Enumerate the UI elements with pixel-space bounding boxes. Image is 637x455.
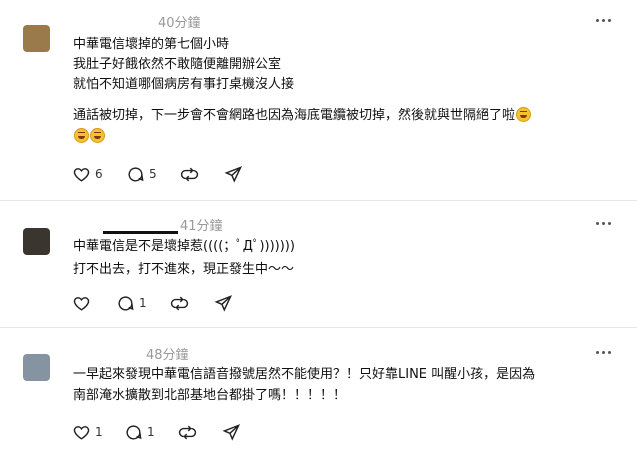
timestamp[interactable]: 48分鐘 <box>146 344 189 363</box>
reply-button[interactable]: 1 <box>124 422 155 442</box>
redacted-username <box>103 231 178 234</box>
repost-button[interactable] <box>170 293 189 313</box>
heart-icon <box>73 167 90 182</box>
post-text-line: 一早起來發現中華電信語音撥號居然不能使用？！只好靠LINE 叫醒小孩，是因為 <box>73 367 536 382</box>
timestamp[interactable]: 40分鐘 <box>158 12 201 31</box>
avatar[interactable] <box>23 25 50 52</box>
reply-count: 1 <box>147 425 155 439</box>
rolling-laughing-icon <box>90 128 105 143</box>
like-count: 1 <box>95 425 103 439</box>
like-button[interactable]: 1 <box>72 422 103 442</box>
comment-icon <box>126 424 142 440</box>
repost-icon <box>180 167 199 181</box>
repost-button[interactable] <box>178 422 197 442</box>
comment-icon <box>118 295 134 311</box>
post-1: 40分鐘 中華電信壞掉的第七個小時 我肚子好餓依然不敢隨便離開辦公室 就怕不知道… <box>0 0 637 200</box>
send-icon <box>224 165 243 183</box>
comment-icon <box>128 166 144 182</box>
post-text-line: 中華電信壞掉的第七個小時 <box>73 37 230 52</box>
send-icon <box>214 294 233 312</box>
reply-button[interactable]: 1 <box>116 293 147 313</box>
post-paragraph: 通話被切掉，下一步會不會網路也因為海底電纜被切掉，然後就與世隔絕了啦 <box>73 107 532 125</box>
more-options-icon[interactable] <box>596 350 612 356</box>
heart-icon <box>73 425 90 440</box>
heart-icon <box>73 296 90 311</box>
like-count: 6 <box>95 167 103 181</box>
post-text-line: 就怕不知道哪個病房有事打桌機沒人接 <box>73 77 295 92</box>
reply-button[interactable]: 5 <box>126 164 157 184</box>
repost-icon <box>170 296 189 310</box>
post-2: 41分鐘 中華電信是不是壞掉惹((((；ﾟДﾟ))))))) 打不出去，打不進來… <box>0 201 637 327</box>
avatar[interactable] <box>23 228 50 255</box>
reply-count: 5 <box>149 167 157 181</box>
post-text-line: 打不出去，打不進來，現正發生中～～ <box>73 262 295 277</box>
send-icon <box>222 423 241 441</box>
repost-icon <box>178 425 197 439</box>
rolling-laughing-icon <box>516 107 532 122</box>
post-3: 48分鐘 一早起來發現中華電信語音撥號居然不能使用？！只好靠LINE 叫醒小孩，… <box>0 328 637 455</box>
rolling-laughing-icon <box>74 128 89 143</box>
share-button[interactable] <box>222 422 241 442</box>
post-text-line: 南部淹水擴散到北部基地台都掛了嗎！！！！！ <box>73 388 347 403</box>
more-options-icon[interactable] <box>596 18 612 24</box>
like-button[interactable] <box>72 293 91 313</box>
share-button[interactable] <box>224 164 243 184</box>
post-paragraph-text: 通話被切掉，下一步會不會網路也因為海底電纜被切掉，然後就與世隔絕了啦 <box>73 108 516 123</box>
repost-button[interactable] <box>180 164 199 184</box>
post-text-line: 我肚子好餓依然不敢隨便離開辦公室 <box>73 57 282 72</box>
reply-count: 1 <box>139 296 147 310</box>
emoji-line <box>73 128 105 146</box>
share-button[interactable] <box>214 293 233 313</box>
like-button[interactable]: 6 <box>72 164 103 184</box>
timestamp[interactable]: 41分鐘 <box>180 215 223 234</box>
avatar[interactable] <box>23 354 50 381</box>
post-text-line: 中華電信是不是壞掉惹((((；ﾟДﾟ))))))) <box>73 239 295 254</box>
more-options-icon[interactable] <box>596 221 612 227</box>
